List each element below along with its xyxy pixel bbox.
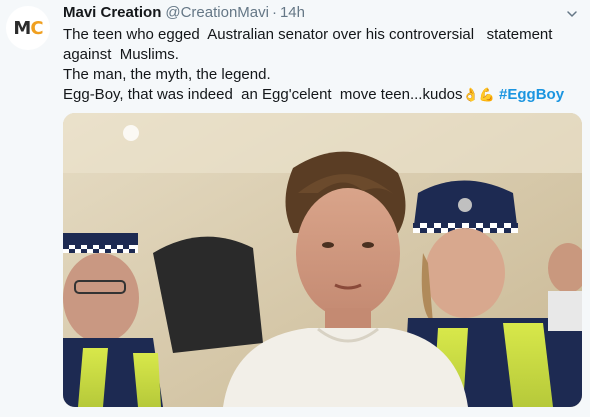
emoji: 👌💪 bbox=[462, 88, 495, 103]
user-handle[interactable]: @CreationMavi bbox=[165, 4, 269, 21]
tweet-line: The man, the myth, the legend. bbox=[63, 66, 271, 83]
chevron-down-icon[interactable] bbox=[566, 8, 578, 20]
separator-dot: · bbox=[271, 4, 277, 21]
tweet-header: Mavi Creation @CreationMavi · 14h bbox=[63, 4, 305, 24]
tweet[interactable]: MC Mavi Creation @CreationMavi · 14h The… bbox=[0, 0, 590, 417]
hashtag-link[interactable]: #EggBoy bbox=[499, 86, 564, 103]
photo-illustration bbox=[63, 113, 582, 407]
tweet-line: Egg-Boy, that was indeed an Egg'celent m… bbox=[63, 86, 463, 103]
tweet-text: The teen who egged Australian senator ov… bbox=[63, 25, 568, 106]
timestamp[interactable]: 14h bbox=[280, 4, 305, 21]
display-name[interactable]: Mavi Creation bbox=[63, 4, 161, 21]
tweet-line: The teen who egged Australian senator ov… bbox=[63, 26, 553, 43]
avatar-logo: MC bbox=[13, 17, 43, 39]
tweet-photo[interactable] bbox=[63, 113, 582, 407]
avatar[interactable]: MC bbox=[6, 6, 50, 50]
tweet-line-last: Egg-Boy, that was indeed an Egg'celent m… bbox=[63, 85, 568, 106]
tweet-line: against Muslims. bbox=[63, 46, 179, 63]
